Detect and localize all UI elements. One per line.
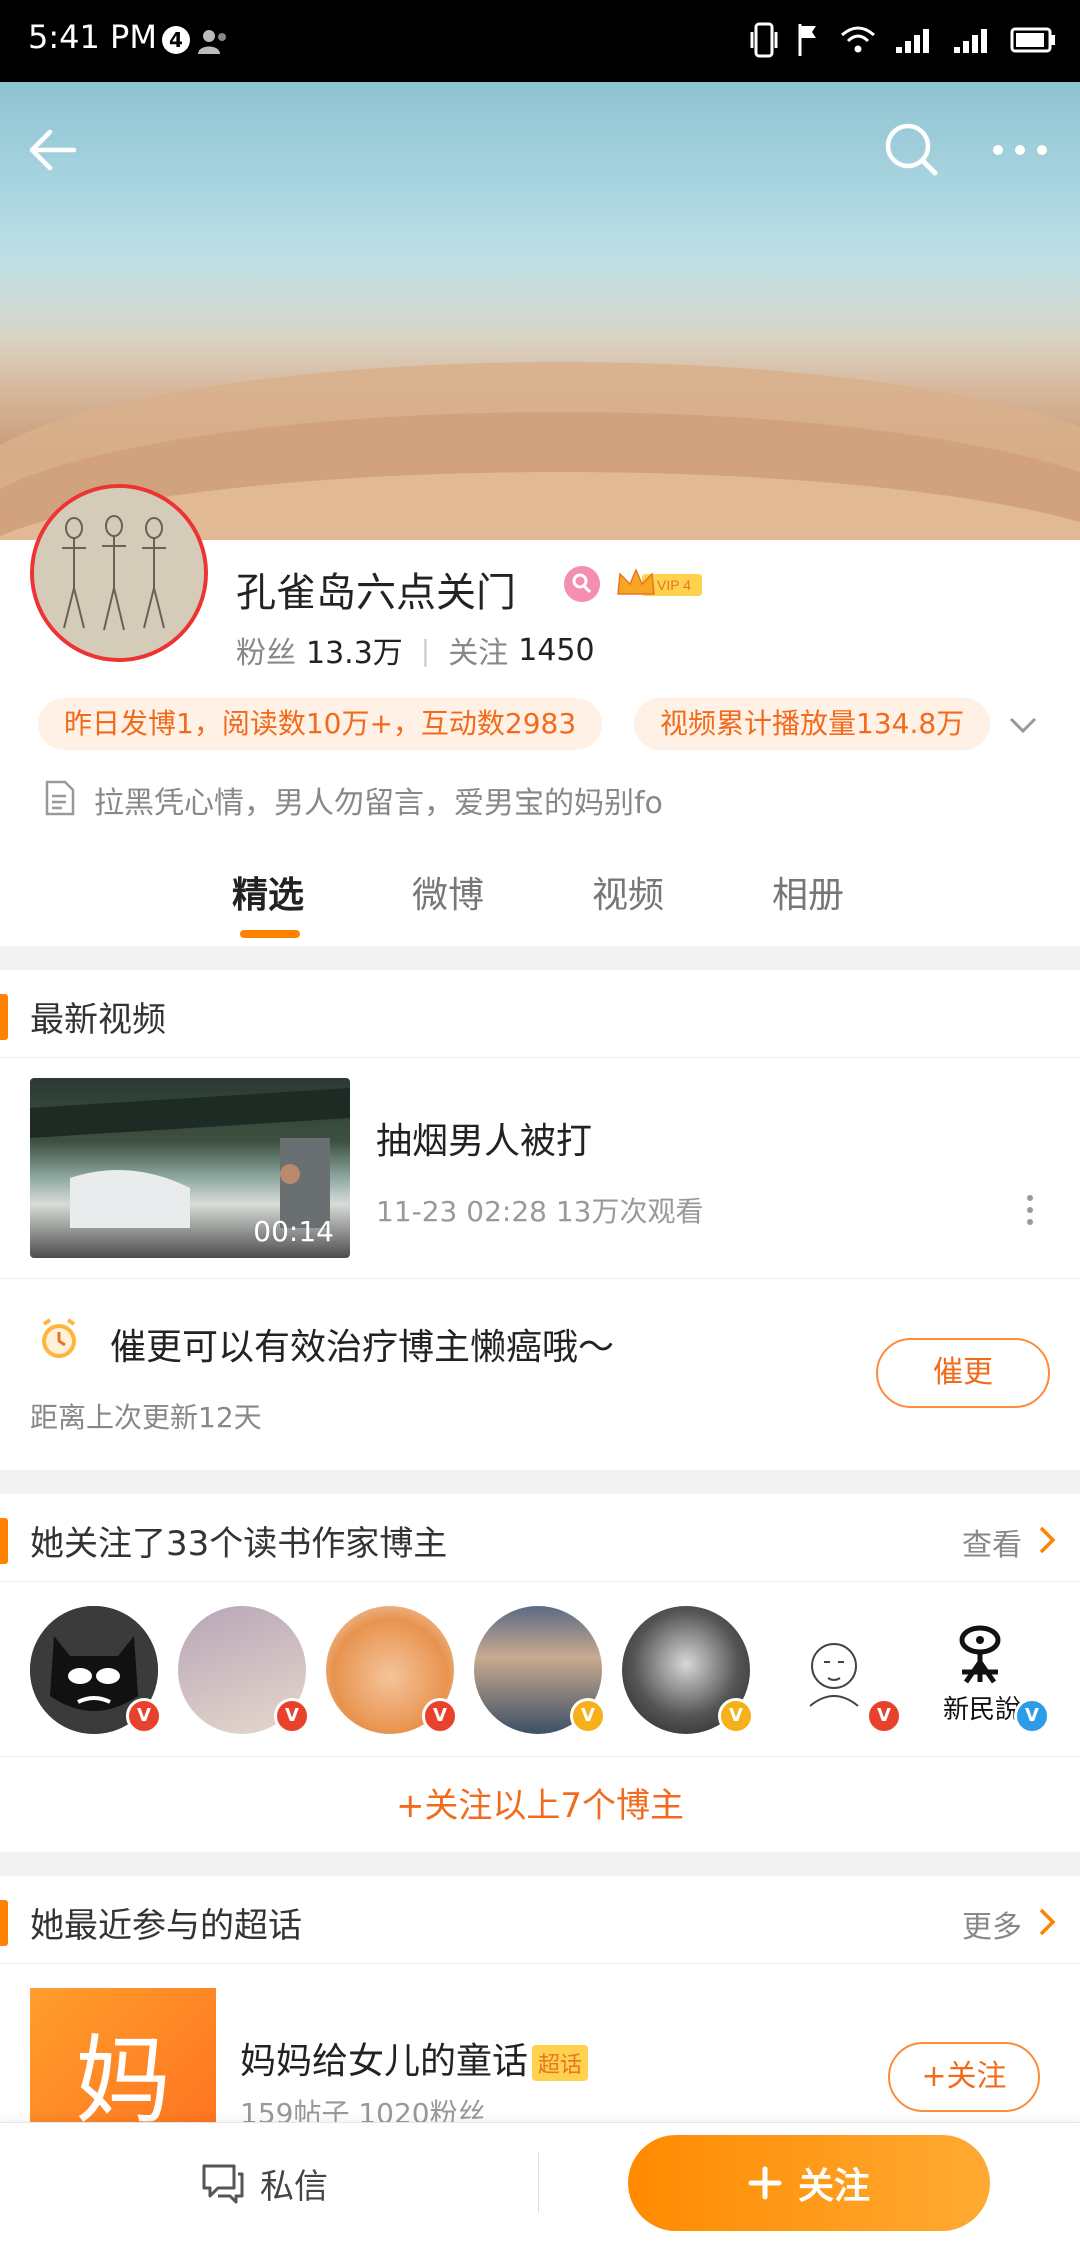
followed-avatars-row: 新民說 V V V V V V V bbox=[30, 1606, 1060, 1736]
vibrate-icon bbox=[750, 22, 778, 58]
tab-weibo[interactable]: 微博 bbox=[412, 866, 484, 918]
vip-badge[interactable]: VIP 4 bbox=[616, 566, 704, 602]
section-divider bbox=[0, 946, 1080, 970]
profile-tabs: 精选 微博 视频 相册 bbox=[0, 866, 1080, 946]
urge-text: 催更可以有效治疗博主懒癌哦～ bbox=[110, 1327, 615, 1368]
back-button[interactable] bbox=[20, 110, 100, 190]
urge-update-button[interactable]: 催更 bbox=[876, 1338, 1050, 1408]
verified-badge: V bbox=[866, 1698, 902, 1734]
verified-badge: V bbox=[570, 1698, 606, 1734]
super-topic-header: 她最近参与的超话 更多 bbox=[0, 1880, 1080, 1964]
section-divider bbox=[0, 1470, 1080, 1494]
more-button[interactable] bbox=[980, 110, 1060, 190]
plus-icon bbox=[748, 2166, 782, 2200]
verified-badge: V bbox=[718, 1698, 754, 1734]
video-stat-pill[interactable]: 视频累计播放量134.8万 bbox=[634, 698, 991, 750]
super-topic-name: 妈妈给女儿的童话 bbox=[240, 2041, 529, 2082]
stats-separator: | bbox=[420, 633, 431, 667]
activity-stat-pill[interactable]: 昨日发博1，阅读数10万+，互动数2983 bbox=[38, 698, 603, 750]
tab-album[interactable]: 相册 bbox=[772, 866, 844, 918]
verified-badge: V bbox=[126, 1698, 162, 1734]
chevron-down-icon[interactable] bbox=[1006, 708, 1040, 742]
tab-active-indicator bbox=[240, 930, 300, 938]
follow-button[interactable]: 关注 bbox=[628, 2135, 990, 2231]
verified-badge: V bbox=[1014, 1698, 1050, 1734]
direct-message-label: 私信 bbox=[260, 2166, 328, 2207]
video-meta: 11-23 02:28 13万次观看 bbox=[376, 1195, 704, 1228]
view-link[interactable]: 查看 bbox=[962, 1520, 1022, 1564]
person-icon bbox=[198, 30, 226, 54]
document-icon bbox=[45, 780, 75, 816]
xinminshuo-text: 新民說 bbox=[943, 1695, 1021, 1725]
anatomy-sketch-image bbox=[34, 488, 204, 658]
more-link[interactable]: 更多 bbox=[962, 1902, 1022, 1946]
urge-subtext: 距离上次更新12天 bbox=[30, 1401, 262, 1434]
vip-label: VIP 4 bbox=[657, 577, 691, 593]
status-bar: 5:41 PM 4 bbox=[0, 0, 1080, 82]
status-time: 5:41 PM bbox=[28, 18, 157, 56]
verified-badge: V bbox=[274, 1698, 310, 1734]
profile-banner bbox=[0, 82, 1080, 540]
follow-all-button[interactable]: +关注以上7个博主 bbox=[0, 1778, 1080, 1827]
profile-stats: 粉丝 13.3万 | 关注 1450 bbox=[236, 628, 595, 672]
message-icon bbox=[202, 2164, 244, 2204]
profile-bio: 拉黑凭心情，男人勿留言，爱男宝的妈别fo bbox=[94, 786, 663, 821]
chevron-right-icon[interactable] bbox=[1034, 1904, 1060, 1940]
following-count[interactable]: 1450 bbox=[518, 633, 594, 668]
video-duration: 00:14 bbox=[253, 1215, 334, 1248]
wifi-icon bbox=[841, 26, 875, 53]
profile-avatar[interactable] bbox=[30, 484, 208, 662]
signal-icon bbox=[896, 29, 929, 53]
section-divider bbox=[0, 1852, 1080, 1876]
following-header: 她关注了33个读书作家博主 查看 bbox=[0, 1498, 1080, 1582]
search-button[interactable] bbox=[872, 110, 952, 190]
video-title[interactable]: 抽烟男人被打 bbox=[376, 1112, 592, 1164]
more-vertical-icon[interactable] bbox=[1018, 1190, 1042, 1230]
row-divider bbox=[0, 1756, 1080, 1757]
battery-icon bbox=[1010, 27, 1055, 53]
section-accent-bar bbox=[0, 1900, 8, 1946]
row-divider bbox=[0, 1278, 1080, 1279]
latest-videos-header: 最新视频 bbox=[0, 974, 1080, 1058]
notification-count-badge: 4 bbox=[162, 26, 190, 54]
verified-badge: V bbox=[422, 1698, 458, 1734]
fans-count[interactable]: 13.3万 bbox=[306, 628, 403, 672]
tab-featured[interactable]: 精选 bbox=[232, 866, 304, 918]
section-title: 最新视频 bbox=[30, 1000, 166, 1040]
bottom-action-bar: 私信 关注 bbox=[0, 2122, 1080, 2242]
section-title: 她最近参与的超话 bbox=[30, 1906, 302, 1946]
super-topic-title[interactable]: 妈妈给女儿的童话 超话 bbox=[240, 2032, 589, 2084]
chevron-right-icon[interactable] bbox=[1034, 1522, 1060, 1558]
follow-label: 关注 bbox=[797, 2166, 870, 2207]
following-label[interactable]: 关注 bbox=[448, 628, 508, 672]
flag-icon bbox=[798, 24, 816, 56]
video-thumbnail[interactable]: 00:14 bbox=[30, 1078, 350, 1258]
signal-roaming-icon bbox=[954, 29, 987, 53]
super-topic-tag: 超话 bbox=[532, 2045, 589, 2081]
direct-message-button[interactable]: 私信 bbox=[200, 2153, 328, 2213]
super-topic-follow-button[interactable]: +关注 bbox=[888, 2042, 1040, 2112]
status-icons bbox=[750, 20, 1056, 60]
section-accent-bar bbox=[0, 1518, 8, 1564]
section-title: 她关注了33个读书作家博主 bbox=[30, 1524, 448, 1564]
bottom-divider bbox=[538, 2153, 539, 2213]
section-accent-bar bbox=[0, 994, 8, 1040]
alarm-clock-icon bbox=[42, 1318, 76, 1358]
profile-nickname: 孔雀岛六点关门 bbox=[236, 570, 516, 616]
tab-video[interactable]: 视频 bbox=[592, 866, 664, 918]
female-icon bbox=[564, 566, 600, 602]
fans-label[interactable]: 粉丝 bbox=[236, 628, 296, 672]
